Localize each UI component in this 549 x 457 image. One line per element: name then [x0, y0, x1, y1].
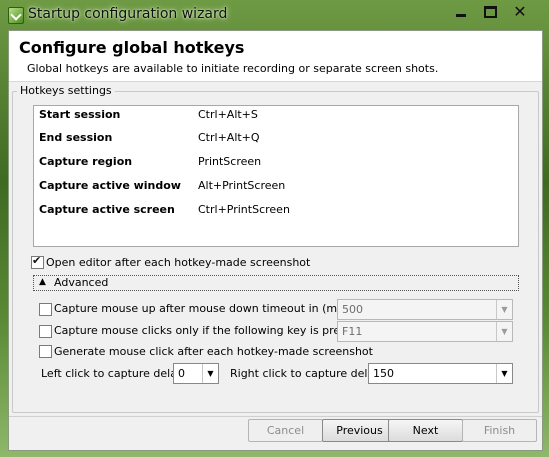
minimize-icon[interactable] [448, 3, 474, 21]
combo-value: 500 [342, 303, 363, 316]
open-editor-label[interactable]: Open editor after each hotkey-made scree… [46, 256, 310, 269]
generate-click-label[interactable]: Generate mouse click after each hotkey-m… [54, 345, 373, 358]
header-panel: Configure global hotkeys Global hotkeys … [9, 31, 542, 82]
hotkey-list[interactable]: Start session Ctrl+Alt+S End session Ctr… [33, 105, 519, 247]
right-click-delay-combo[interactable]: 150 ▼ [368, 363, 513, 384]
hotkey-keys[interactable]: Ctrl+PrintScreen [198, 203, 290, 216]
generate-click-checkbox[interactable] [39, 345, 52, 358]
left-click-delay-label: Left click to capture delay [41, 367, 184, 380]
hotkey-action: End session [39, 131, 113, 144]
finish-button[interactable]: Finish [462, 419, 537, 442]
hotkey-row-capture-active-screen[interactable]: Capture active screen Ctrl+PrintScreen [39, 201, 509, 219]
footer-separator [9, 416, 542, 417]
mouse-clicks-key-combo[interactable]: F11 ▼ [337, 321, 513, 342]
hotkey-keys[interactable]: Ctrl+Alt+Q [198, 131, 260, 144]
combo-value: 150 [373, 367, 394, 380]
mouse-clicks-key-label[interactable]: Capture mouse clicks only if the followi… [54, 324, 369, 337]
chevron-down-icon[interactable]: ▼ [496, 364, 512, 383]
title-bar[interactable]: Startup configuration wizard ✕ [0, 0, 549, 30]
maximize-icon[interactable] [477, 3, 503, 21]
chevron-up-icon[interactable]: ▲ [39, 277, 46, 287]
chevron-down-icon[interactable]: ▼ [496, 322, 512, 341]
hotkey-row-end-session[interactable]: End session Ctrl+Alt+Q [39, 129, 509, 147]
page-title: Configure global hotkeys [19, 38, 245, 57]
hotkey-action: Capture region [39, 155, 133, 168]
group-title: Hotkeys settings [17, 84, 115, 97]
page-subtitle: Global hotkeys are available to initiate… [27, 62, 439, 75]
mouse-clicks-key-checkbox[interactable] [39, 325, 52, 338]
mouse-up-timeout-combo[interactable]: 500 ▼ [337, 299, 513, 320]
hotkey-action: Capture active window [39, 179, 181, 192]
advanced-label[interactable]: Advanced [54, 276, 108, 289]
hotkey-row-capture-active-window[interactable]: Capture active window Alt+PrintScreen [39, 177, 509, 195]
advanced-expander[interactable]: ▲ Advanced [33, 275, 519, 291]
combo-value: 0 [178, 367, 185, 380]
open-editor-checkbox[interactable] [31, 254, 44, 269]
wizard-client-area: Configure global hotkeys Global hotkeys … [8, 30, 543, 451]
hotkey-action: Capture active screen [39, 203, 175, 216]
mouse-up-timeout-checkbox[interactable] [39, 303, 52, 316]
window-title: Startup configuration wizard [28, 6, 228, 22]
right-click-delay-label: Right click to capture delay [230, 367, 381, 380]
combo-value: F11 [342, 325, 363, 338]
left-click-delay-combo[interactable]: 0 ▼ [173, 363, 219, 384]
hotkey-keys[interactable]: PrintScreen [198, 155, 261, 168]
chevron-down-icon[interactable]: ▼ [202, 364, 218, 383]
hotkey-action: Start session [39, 108, 121, 121]
app-icon [8, 7, 24, 24]
chevron-down-icon[interactable]: ▼ [496, 300, 512, 319]
mouse-up-timeout-label[interactable]: Capture mouse up after mouse down timeou… [54, 302, 372, 315]
window-frame: Startup configuration wizard ✕ Configure… [0, 0, 549, 457]
previous-button[interactable]: Previous [322, 419, 397, 442]
next-button[interactable]: Next [388, 419, 463, 442]
hotkey-row-start-session[interactable]: Start session Ctrl+Alt+S [39, 106, 509, 124]
hotkey-row-capture-region[interactable]: Capture region PrintScreen [39, 153, 509, 171]
close-icon[interactable]: ✕ [507, 3, 533, 21]
hotkey-keys[interactable]: Ctrl+Alt+S [198, 108, 258, 121]
cancel-button[interactable]: Cancel [248, 419, 323, 442]
hotkey-keys[interactable]: Alt+PrintScreen [198, 179, 285, 192]
